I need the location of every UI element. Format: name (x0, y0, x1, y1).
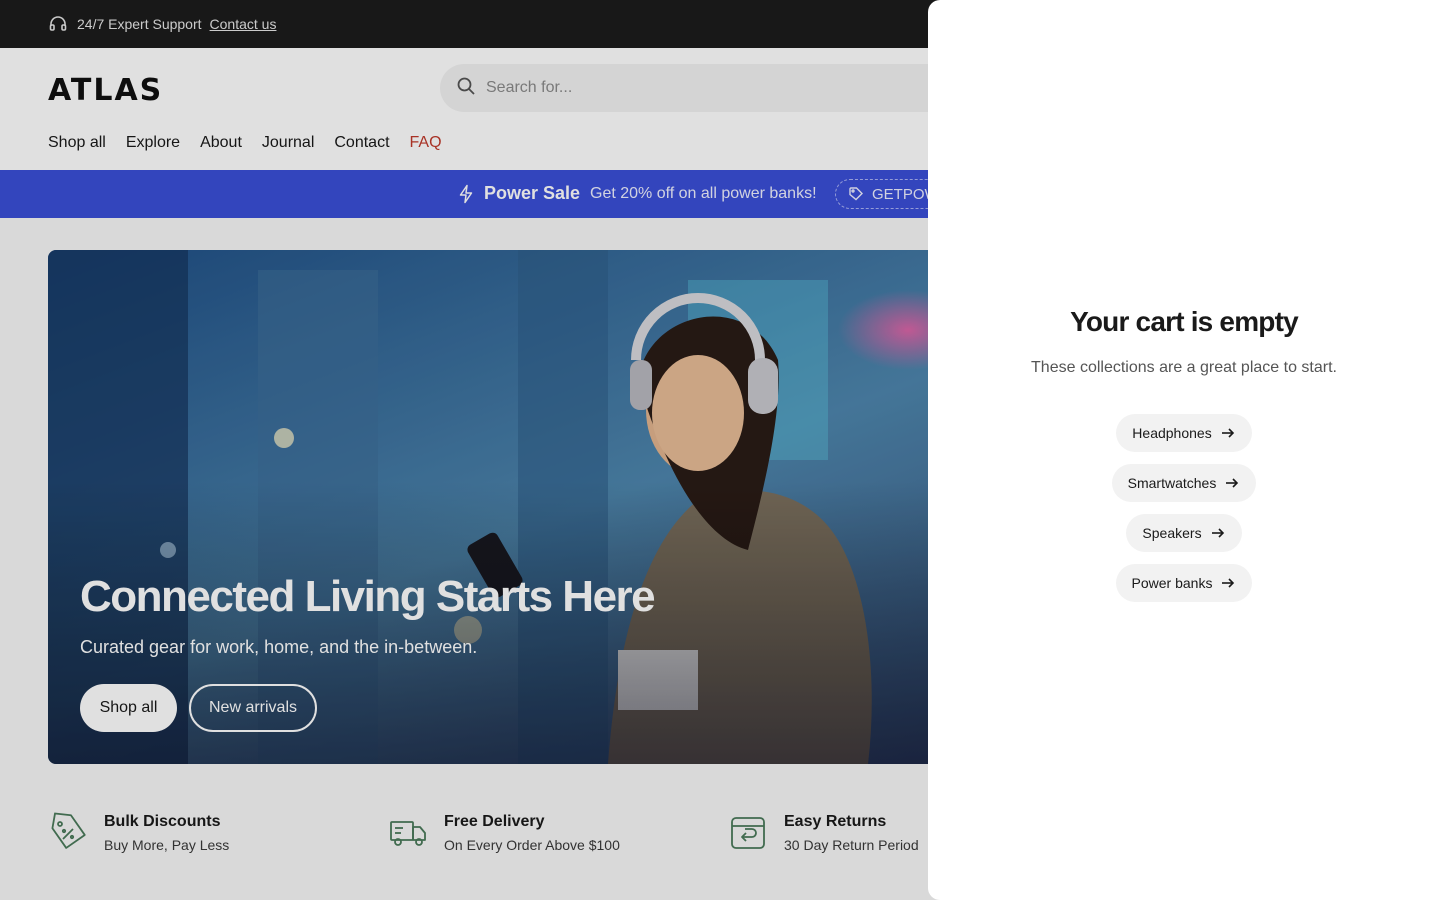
cart-drawer: Your cart is empty These collections are… (928, 0, 1440, 900)
collection-label: Smartwatches (1127, 475, 1217, 491)
cart-empty-title: Your cart is empty (1070, 306, 1299, 337)
arrow-right-icon (1220, 425, 1236, 441)
collection-speakers-button[interactable]: Speakers (1126, 514, 1242, 552)
collection-label: Speakers (1142, 525, 1202, 541)
arrow-right-icon (1220, 575, 1236, 591)
collection-smartwatches-button[interactable]: Smartwatches (1111, 464, 1257, 502)
arrow-right-icon (1210, 525, 1226, 541)
collection-links: Headphones Smartwatches Speakers Power b… (928, 414, 1440, 602)
collection-label: Headphones (1132, 425, 1212, 441)
collection-power-banks-button[interactable]: Power banks (1115, 564, 1253, 602)
arrow-right-icon (1224, 475, 1240, 491)
cart-empty-hint: These collections are a great place to s… (1031, 359, 1337, 376)
collection-headphones-button[interactable]: Headphones (1116, 414, 1252, 452)
collection-label: Power banks (1131, 575, 1213, 591)
